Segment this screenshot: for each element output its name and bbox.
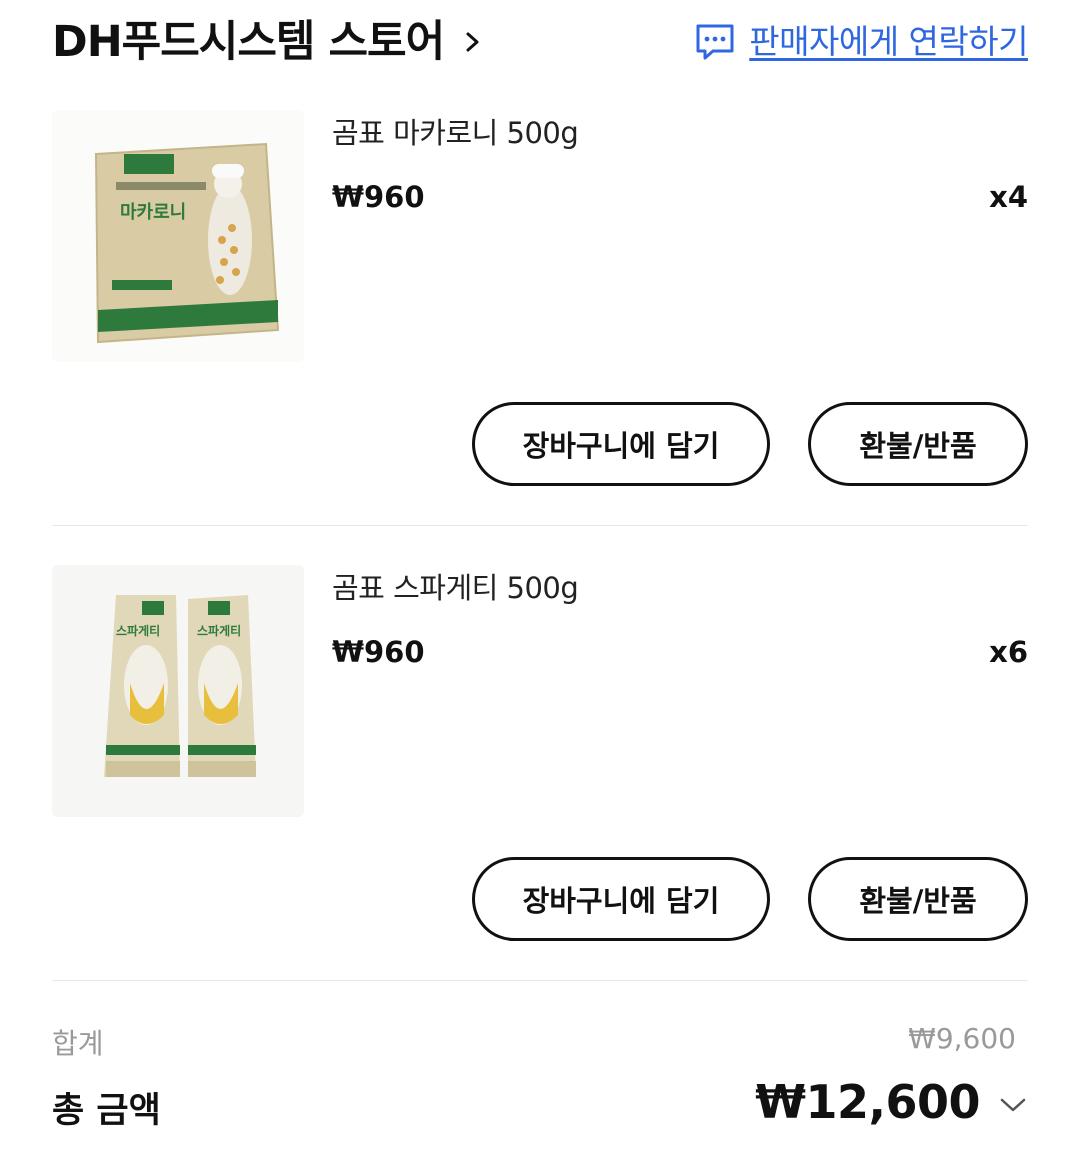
refund-return-button[interactable]: 환불/반품 — [808, 402, 1028, 486]
product-quantity: x4 — [989, 180, 1028, 214]
product-image-spaghetti[interactable]: 스파게티 스파게티 — [52, 565, 304, 817]
refund-return-button[interactable]: 환불/반품 — [808, 857, 1028, 941]
package-label: 스파게티 — [116, 623, 160, 638]
order-item: 스파게티 스파게티 곰표 스파게티 500g ₩960 x6 장바구니에 담기 … — [52, 555, 1028, 980]
subtotal-value: ₩9,600 — [908, 1022, 1016, 1055]
package-label: 스파게티 — [197, 623, 241, 638]
item-divider — [52, 525, 1028, 526]
product-name[interactable]: 곰표 스파게티 500g — [332, 565, 579, 607]
total-value: ₩12,600 — [755, 1075, 980, 1129]
store-link[interactable]: DH푸드시스템 스토어 — [52, 14, 484, 70]
product-quantity: x6 — [989, 635, 1028, 669]
chat-bubble-icon — [696, 24, 734, 60]
add-to-cart-button[interactable]: 장바구니에 담기 — [472, 857, 770, 941]
contact-seller-link[interactable]: 판매자에게 연락하기 — [693, 14, 1028, 70]
summary-divider — [52, 980, 1028, 981]
store-header: DH푸드시스템 스토어 판매자에게 연락하기 — [52, 14, 1028, 70]
chevron-right-icon — [466, 32, 479, 52]
package-label: 마카로니 — [120, 202, 186, 223]
product-image-macaroni[interactable]: 마카로니 — [52, 110, 304, 362]
chevron-down-icon[interactable] — [998, 1094, 1028, 1116]
total-label: 총 금액 — [52, 1091, 161, 1131]
order-item: 마카로니 곰표 마카로니 500g ₩960 x4 장바구니에 담기 환불/반품 — [52, 100, 1028, 525]
product-name[interactable]: 곰표 마카로니 500g — [332, 110, 579, 152]
product-price: ₩960 — [332, 635, 425, 669]
contact-seller-label[interactable]: 판매자에게 연락하기 — [749, 14, 1028, 70]
add-to-cart-button[interactable]: 장바구니에 담기 — [472, 402, 770, 486]
subtotal-label: 합계 — [52, 1027, 104, 1060]
product-price: ₩960 — [332, 180, 425, 214]
store-name[interactable]: DH푸드시스템 스토어 — [52, 14, 445, 70]
